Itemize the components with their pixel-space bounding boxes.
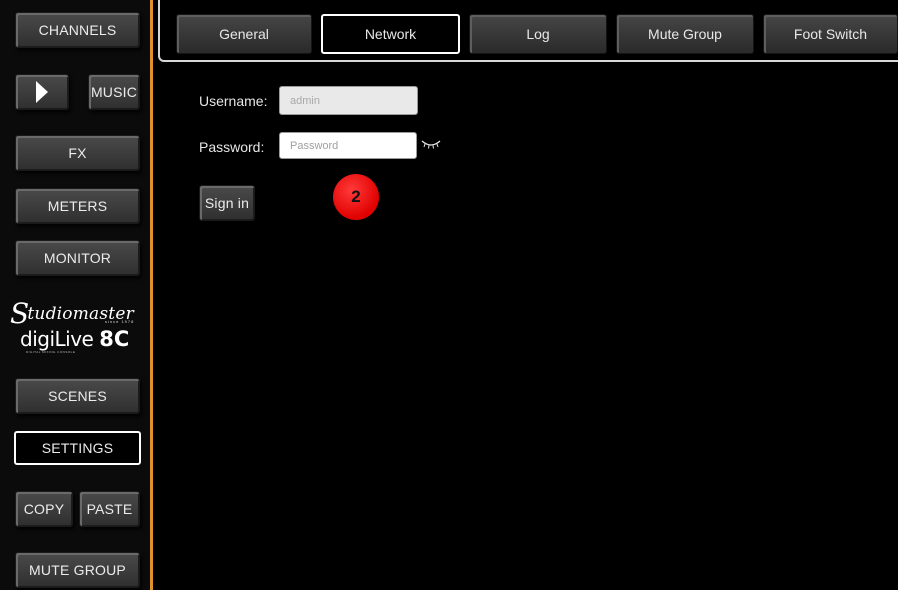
scenes-button[interactable]: SCENES [15,378,140,414]
mute-group-button[interactable]: MUTE GROUP [15,552,140,588]
tab-general[interactable]: General [176,14,312,54]
product-subtitle: DIGITAL MIXING CONSOLE [26,350,76,354]
play-icon [36,81,48,103]
copy-button[interactable]: COPY [15,491,73,527]
eye-closed-icon[interactable] [420,138,442,150]
product-prefix: digiLive [20,327,94,351]
tab-log[interactable]: Log [469,14,607,54]
channels-button[interactable]: CHANNELS [15,12,140,48]
tab-foot-switch[interactable]: Foot Switch [763,14,898,54]
sidebar: CHANNELS MUSIC FX METERS MONITOR Studiom… [0,0,150,590]
product-model: 8C [99,327,130,351]
music-button[interactable]: MUSIC [88,74,140,110]
password-field[interactable] [279,132,417,159]
fx-button[interactable]: FX [15,135,140,171]
tab-network[interactable]: Network [321,14,460,54]
brand-name: Studiomaster [10,297,145,330]
studiomaster-logo: Studiomaster since 1978 digiLive 8C DIGI… [10,297,145,357]
sign-in-button[interactable]: Sign in [199,185,255,221]
monitor-button[interactable]: MONITOR [15,240,140,276]
tab-mute-group[interactable]: Mute Group [616,14,754,54]
username-field[interactable] [279,86,418,115]
brand-since: since 1978 [105,319,135,324]
step-badge: 2 [333,174,379,220]
paste-button[interactable]: PASTE [79,491,140,527]
password-label: Password: [199,139,265,155]
product-name: digiLive 8C [20,327,129,351]
sidebar-divider [150,0,153,590]
play-button[interactable] [15,74,69,110]
meters-button[interactable]: METERS [15,188,140,224]
settings-button[interactable]: SETTINGS [14,431,141,465]
username-label: Username: [199,93,268,109]
